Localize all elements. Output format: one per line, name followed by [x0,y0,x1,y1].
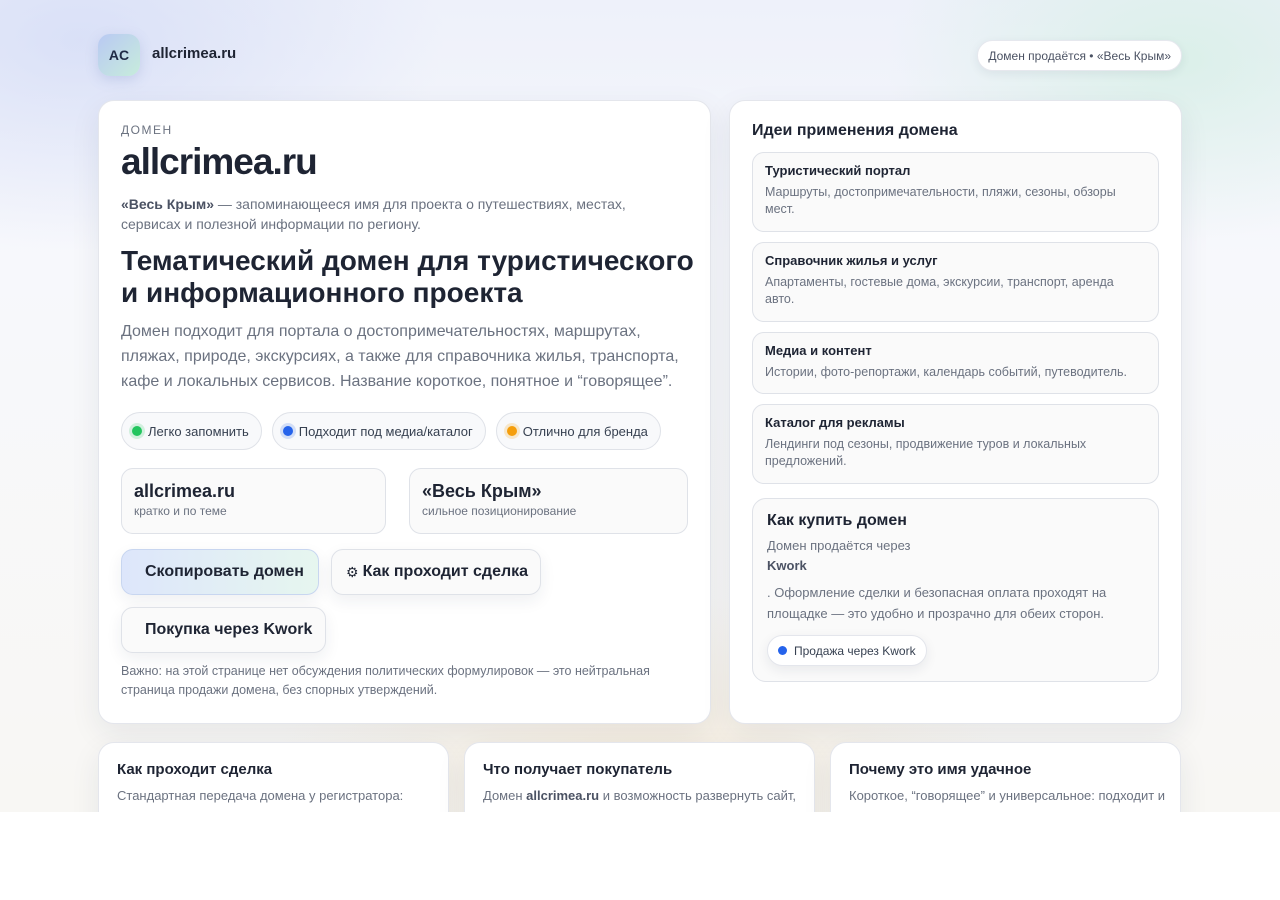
how-to-buy-title: Как купить домен [767,512,907,529]
green-dot-icon [132,426,142,436]
idea-title: Справочник жилья и услуг [765,253,938,268]
how-to-buy-box: Как купить домен Домен продаётся через K… [752,498,1159,682]
kwork-link[interactable]: Kwork [767,556,1144,576]
deal-info-text: Стандартная передача домена у регистрато… [117,788,404,812]
tag-label: Подходит под медиа/каталог [298,423,473,439]
stat-positioning: «Весь Крым» сильное позиционирование [409,468,688,534]
idea-desc: Истории, фото-репортажи, календарь событ… [765,365,1127,379]
tag-easy-to-remember: Легко запомнить [121,412,262,450]
tag-label: Отлично для бренда [522,423,648,439]
tag-label: Легко запомнить [148,423,249,439]
stat-value: «Весь Крым» [422,481,542,501]
how-to-buy-details: . Оформление сделки и безопасная оплата … [767,585,1107,621]
hero-headline: Тематический домен для туристического и … [121,245,694,308]
why-name-card: Почему это имя удачное Короткое, “говоря… [830,742,1181,812]
buyer-text-domain: allcrimea.ru [526,788,600,803]
copy-domain-button[interactable]: Скопировать домен [121,549,319,595]
blue-dot-icon [282,426,293,436]
kwork-sale-pill: Продажа через Kwork [767,635,927,666]
deal-info-title: Как проходит сделка [117,761,273,778]
ideas-card: Идеи применения домена Туристический пор… [729,100,1182,724]
site-logo[interactable]: AC [98,34,140,76]
idea-desc: Лендинги под сезоны, продвижение туров и… [765,437,1087,468]
deal-process-label: Как проходит сделка [362,563,529,580]
neutral-note: Важно: на этой странице нет обсуждения п… [121,664,650,697]
idea-title: Туристический портал [765,163,911,178]
stat-domain: allcrimea.ru кратко и по теме [121,468,386,534]
buyer-gets-title: Что получает покупатель [483,761,673,778]
domain-eyebrow: ДОМЕН [121,123,173,137]
tag-brand: Отлично для бренда [495,412,661,450]
ideas-title: Идеи применения домена [752,122,958,139]
buyer-gets-text: Домен allcrimea.ru и возможность разверн… [483,785,801,812]
domain-title: allcrimea.ru [121,141,318,182]
idea-title: Каталог для рекламы [765,415,905,430]
idea-title: Медиа и контент [765,343,872,358]
kwork-sale-label: Продажа через Kwork [794,643,916,658]
idea-desc: Апартаменты, гостевые дома, экскурсии, т… [765,275,1114,306]
stat-value: allcrimea.ru [134,481,236,501]
buyer-gets-card: Что получает покупатель Домен allcrimea.… [464,742,815,812]
idea-item: Справочник жилья и услуг Апартаменты, го… [752,242,1159,322]
sale-badge: Домен продаётся • «Весь Крым» [977,40,1182,71]
intro-strong: «Весь Крым» [121,196,214,212]
hero-lead: Домен подходит для портала о достопримеч… [121,323,679,390]
stat-caption: сильное позиционирование [422,504,577,518]
top-bar: AC allcrimea.ru Домен продаётся • «Весь … [98,34,1182,76]
stat-row: allcrimea.ru кратко и по теме «Весь Крым… [121,468,688,534]
deal-info-card: Как проходит сделка Стандартная передача… [98,742,449,812]
how-to-buy-text: Домен продаётся через [767,538,911,553]
deal-process-button[interactable]: ⚙ Как проходит сделка [331,549,541,595]
blue-dot-icon [778,646,787,655]
orange-dot-icon [506,426,517,436]
idea-item: Туристический портал Маршруты, достоприм… [752,152,1159,232]
why-name-title: Почему это имя удачное [849,761,1032,778]
tag-media-catalog: Подходит под медиа/каталог [271,412,486,450]
page-viewport: AC allcrimea.ru Домен продаётся • «Весь … [0,0,1280,812]
domain-card: ДОМЕН allcrimea.ru «Весь Крым» — запомин… [98,100,711,724]
why-name-text: Короткое, “говорящее” и универсальное: п… [849,788,1166,812]
idea-item: Каталог для рекламы Лендинги под сезоны,… [752,404,1159,484]
stat-caption: кратко и по теме [134,504,227,518]
buyer-text-start: Домен [483,788,527,803]
feature-tags: Легко запомнить Подходит под медиа/катал… [121,412,661,450]
gear-icon: ⚙ [346,563,359,580]
site-name[interactable]: allcrimea.ru [152,45,236,62]
kwork-buy-button[interactable]: Покупка через Kwork [121,607,326,653]
domain-intro: «Весь Крым» — запоминающееся имя для про… [121,194,681,234]
idea-item: Медиа и контент Истории, фото-репортажи,… [752,332,1159,394]
idea-desc: Маршруты, достопримечательности, пляжи, … [765,185,1116,216]
